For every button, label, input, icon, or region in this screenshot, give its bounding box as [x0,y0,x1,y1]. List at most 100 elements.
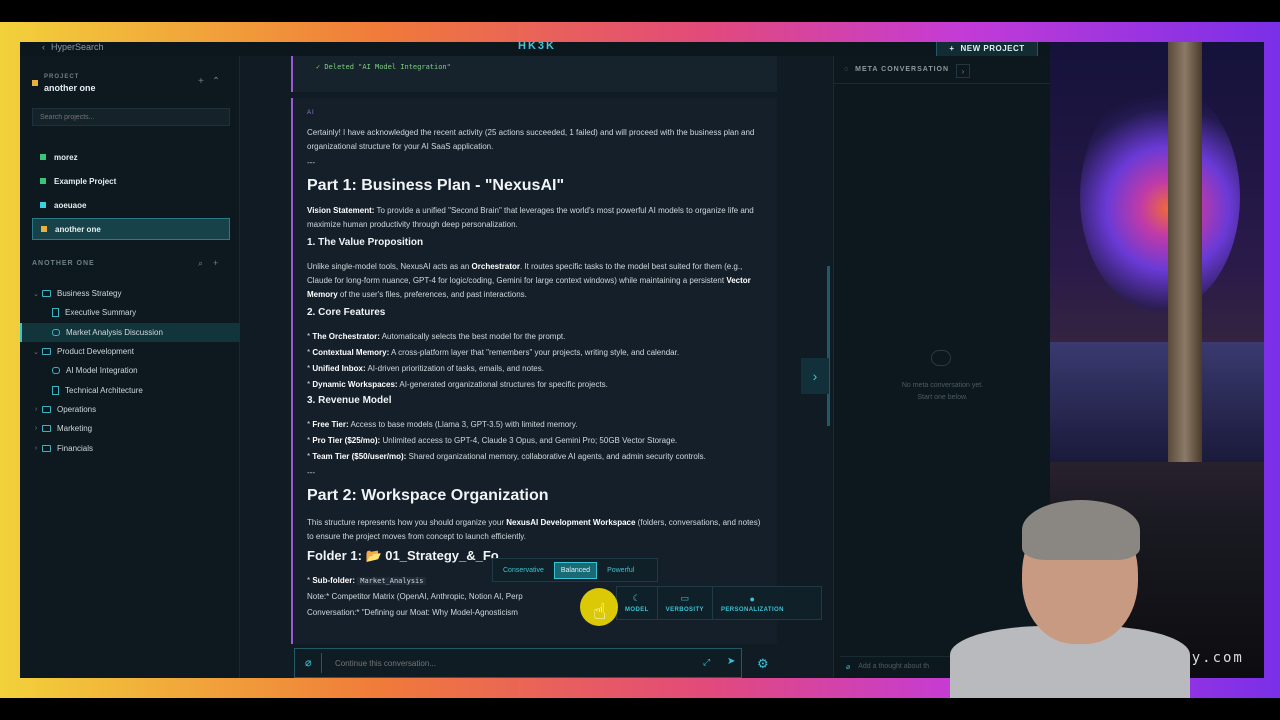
project-item[interactable]: Example Project [32,170,230,192]
document-icon [52,308,59,317]
tree-label: AI Model Integration [66,366,138,375]
project-item-label: Example Project [54,176,117,186]
project-color-square [40,178,46,184]
verbosity-button[interactable]: ▭ VERBOSITY [658,587,713,619]
deleted-note: ✓ Deleted "AI Model Integration" [316,63,451,71]
tier-text: Unlimited access to GPT-4, Claude 3 Opus… [380,436,678,445]
search-icon[interactable]: ⌕ [198,258,203,269]
project-item-label: morez [54,152,78,162]
tool-label: PERSONALIZATION [720,606,784,613]
scrollbar[interactable] [827,266,830,426]
project-color-dot [32,80,38,86]
tree-chat[interactable]: AI Model Integration [20,361,240,380]
chat-main: ✓ Deleted "AI Model Integration" AI Cert… [241,56,832,678]
vision-paragraph: Vision Statement: To provide a unified "… [307,204,769,232]
top-bar: ‹ HyperSearch HK3K + NEW PROJECT [20,42,1050,58]
message-input[interactable] [335,649,695,677]
expand-panel-button[interactable]: › [801,358,829,394]
tier-bold: Team Tier ($50/user/mo): [312,452,407,461]
expand-icon[interactable]: ⤢ [703,657,710,668]
app-logo: HK3K [518,42,556,52]
vision-text: To provide a unified "Second Brain" that… [307,206,754,229]
meta-input-placeholder: Add a thought about th [858,663,930,670]
person-hair [1022,500,1140,560]
value-text-b: Orchestrator [471,262,520,271]
gear-icon[interactable]: ⚙ [757,656,769,672]
feature-bold: Contextual Memory: [312,348,390,357]
paperclip-icon[interactable]: ⌀ [846,663,850,671]
tree-folder[interactable]: ⌄ Business Strategy [20,284,240,303]
chevron-right-icon: › [812,368,818,384]
folder-icon [42,348,51,355]
separator: --- [307,468,315,477]
collapse-icon[interactable]: ⌃ [212,76,220,87]
add-item-icon[interactable]: + [213,258,218,269]
feature-item: * The Orchestrator: Automatically select… [307,332,566,341]
ws-text-a: This structure represents how you should… [307,518,507,527]
tree-folder[interactable]: ⌄ Product Development [20,342,240,361]
tree-chat-active[interactable]: Market Analysis Discussion [20,323,240,342]
document-icon [52,386,59,395]
personalization-button[interactable]: ● PERSONALIZATION [713,587,792,619]
tree-label: Business Strategy [57,289,122,298]
project-name[interactable]: another one [44,83,96,93]
intro-text: Certainly! I have acknowledged the recen… [307,128,755,151]
style-option-balanced[interactable]: Balanced [553,561,598,579]
chevron-down-icon: ⌄ [33,290,39,298]
subfolder-code: Market_Analysis [357,577,427,585]
heading-part-2: Part 2: Workspace Organization [307,487,549,504]
chat-icon [52,329,60,336]
composer-divider [321,653,322,673]
feature-text: Automatically selects the best model for… [379,332,566,341]
tier-text: Shared organizational memory, collaborat… [406,452,706,461]
project-item[interactable]: aoeuaoe [32,194,230,216]
tree-doc[interactable]: Technical Architecture [20,381,240,400]
subfolder-label: Sub-folder: [312,576,356,585]
section-label: ANOTHER ONE [32,260,95,267]
tool-label: MODEL [625,607,649,613]
chat-bubble-icon: ◌ [844,66,850,73]
tree-folder[interactable]: › Operations [20,400,240,419]
style-option-conservative[interactable]: Conservative [497,563,550,578]
plus-icon: + [949,43,955,53]
features-list: * The Orchestrator: Automatically select… [307,330,769,392]
model-button[interactable]: ☾ MODEL [617,587,658,619]
meta-title: META CONVERSATION [855,66,950,73]
feature-item: * Unified Inbox: AI-driven prioritizatio… [307,364,544,373]
feature-item: * Contextual Memory: A cross-platform la… [307,348,680,357]
tree-doc[interactable]: Executive Summary [20,303,240,322]
send-icon[interactable]: ➤ [727,656,735,667]
feature-bold: The Orchestrator: [312,332,380,341]
tree-label: Operations [57,405,97,414]
project-item-active[interactable]: another one [32,218,230,240]
project-color-square [40,202,46,208]
project-item[interactable]: morez [32,146,230,168]
tree-label: Financials [57,444,94,453]
feature-bold: Dynamic Workspaces: [312,380,398,389]
paperclip-icon[interactable]: ⌀ [305,656,312,669]
back-link[interactable]: ‹ HyperSearch [42,42,104,52]
water-image [1050,342,1264,462]
chevron-right-icon: › [961,66,965,76]
folder-icon [42,406,51,413]
add-project-icon[interactable]: + [198,76,204,87]
style-option-powerful[interactable]: Powerful [601,563,640,578]
section-actions: ⌕ + [198,258,218,269]
feature-text: A cross-platform layer that "remembers" … [389,348,680,357]
heading-revenue: 3. Revenue Model [307,395,392,406]
tree-folder[interactable]: › Marketing [20,419,240,438]
project-search-input[interactable] [32,108,230,126]
tier-bold: Free Tier: [312,420,349,429]
meta-collapse-button[interactable]: › [956,64,970,78]
meta-empty-line-1: No meta conversation yet. [901,382,984,389]
chevron-right-icon: › [34,445,38,452]
project-color-square [40,154,46,160]
value-text-a: Unlike single-model tools, NexusAI acts … [307,262,472,271]
webcam-overlay [940,496,1192,698]
tree-label: Product Development [57,347,134,356]
person-icon: ● [749,593,756,604]
tool-label: VERBOSITY [665,607,704,613]
heading-core: 2. Core Features [307,307,386,318]
style-popover: Conservative Balanced Powerful [492,558,658,582]
tree-folder[interactable]: › Financials [20,439,240,458]
